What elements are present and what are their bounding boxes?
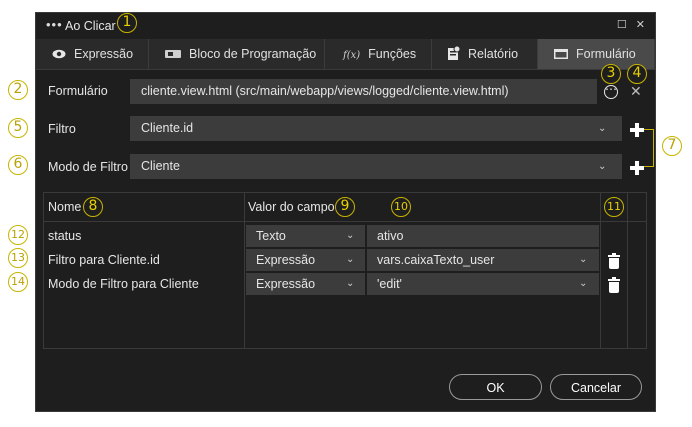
callout-6: 6 <box>8 155 28 175</box>
callout-11: 11 <box>604 197 624 217</box>
callout-5: 5 <box>8 118 28 138</box>
callout-1: 1 <box>117 13 137 33</box>
formulario-label: Formulário <box>48 84 108 98</box>
callout-13: 13 <box>8 248 28 268</box>
row-type-value: Texto <box>256 229 286 243</box>
chevron-down-icon: ⌄ <box>346 254 355 265</box>
chevron-down-icon: ⌄ <box>598 123 607 134</box>
callout-2: 2 <box>8 80 28 100</box>
filtro-label: Filtro <box>48 122 76 136</box>
chevron-down-icon: ⌄ <box>598 161 607 172</box>
filtro-value: Cliente.id <box>141 121 194 135</box>
row-value: ativo <box>377 229 404 243</box>
grid-header-divider <box>44 221 646 222</box>
maximize-icon[interactable]: ☐ <box>617 19 627 31</box>
callout-14: 14 <box>8 272 28 292</box>
column-header-valor: Valor do campo <box>248 200 335 214</box>
row-type-value: Expressão <box>256 277 316 291</box>
callout-7-bracket <box>644 129 654 167</box>
ok-button[interactable]: OK <box>449 374 542 400</box>
add-modo-filtro-icon[interactable] <box>630 161 644 175</box>
tab-label: Relatório <box>468 47 519 61</box>
trash-icon[interactable] <box>608 277 620 293</box>
filtro-select[interactable]: Cliente.id ⌄ <box>130 116 622 141</box>
grid-divider <box>600 193 601 348</box>
tab-bar: Expressão Bloco de Programação f(x) Funçõ… <box>36 39 655 70</box>
callout-3: 3 <box>601 64 621 84</box>
callout-4: 4 <box>627 64 647 84</box>
grid-divider <box>627 193 628 348</box>
chevron-down-icon: ⌄ <box>346 230 355 241</box>
row-value: vars.caixaTexto_user <box>377 253 495 267</box>
function-icon: f(x) <box>343 50 361 61</box>
chevron-down-icon: ⌄ <box>579 254 588 265</box>
modo-filtro-select[interactable]: Cliente ⌄ <box>130 154 622 179</box>
callout-12: 12 <box>8 225 28 245</box>
close-icon[interactable]: ✕ <box>636 19 645 31</box>
grid-divider <box>244 193 245 348</box>
row-value-select[interactable]: vars.caixaTexto_user ⌄ <box>367 249 599 271</box>
callout-10: 10 <box>391 197 411 217</box>
column-header-nome: Nome <box>48 200 82 214</box>
tab-label: Bloco de Programação <box>189 47 317 61</box>
report-icon <box>448 39 461 69</box>
clear-icon[interactable]: ✕ <box>630 83 642 100</box>
row-nome: status <box>48 229 82 243</box>
modo-filtro-label: Modo de Filtro <box>48 160 128 174</box>
tab-relatorio[interactable]: Relatório <box>432 39 538 69</box>
tab-funcoes[interactable]: f(x) Funções <box>325 39 432 69</box>
tab-label: Funções <box>368 47 417 61</box>
more-glyph: ⋯ <box>605 82 617 96</box>
dialog-title: Ao Clicar <box>65 19 116 33</box>
trash-icon[interactable] <box>608 253 620 269</box>
chevron-down-icon: ⌄ <box>579 278 588 289</box>
tab-label: Expressão <box>74 47 134 61</box>
window-controls: ☐ ✕ <box>611 18 645 31</box>
modo-filtro-value: Cliente <box>141 159 180 173</box>
callout-8: 8 <box>83 197 103 217</box>
cancel-button[interactable]: Cancelar <box>550 374 642 400</box>
more-options-icon[interactable]: ⋯ <box>604 82 618 99</box>
row-type-select[interactable]: Expressão ⌄ <box>246 273 365 295</box>
row-value-select[interactable]: 'edit' ⌄ <box>367 273 599 295</box>
row-value: 'edit' <box>377 277 402 291</box>
row-value-input[interactable]: ativo <box>367 225 599 247</box>
callout-9: 9 <box>335 197 355 217</box>
row-type-select[interactable]: Expressão ⌄ <box>246 249 365 271</box>
blocks-icon <box>165 39 181 69</box>
title-menu-icon[interactable]: ••• <box>46 17 63 32</box>
form-icon <box>554 39 568 69</box>
row-nome: Filtro para Cliente.id <box>48 253 160 267</box>
tab-bloco-programacao[interactable]: Bloco de Programação <box>149 39 325 69</box>
tab-expressao[interactable]: Expressão <box>36 39 149 69</box>
chevron-down-icon: ⌄ <box>346 278 355 289</box>
tab-label: Formulário <box>576 47 636 61</box>
callout-7: 7 <box>662 136 682 156</box>
formulario-field[interactable]: cliente.view.html (src/main/webapp/views… <box>130 79 597 104</box>
eye-icon <box>52 39 66 69</box>
row-type-value: Expressão <box>256 253 316 267</box>
row-type-select[interactable]: Texto ⌄ <box>246 225 365 247</box>
add-filtro-icon[interactable] <box>630 123 644 137</box>
row-nome: Modo de Filtro para Cliente <box>48 277 199 291</box>
formulario-value: cliente.view.html (src/main/webapp/views… <box>141 84 509 98</box>
